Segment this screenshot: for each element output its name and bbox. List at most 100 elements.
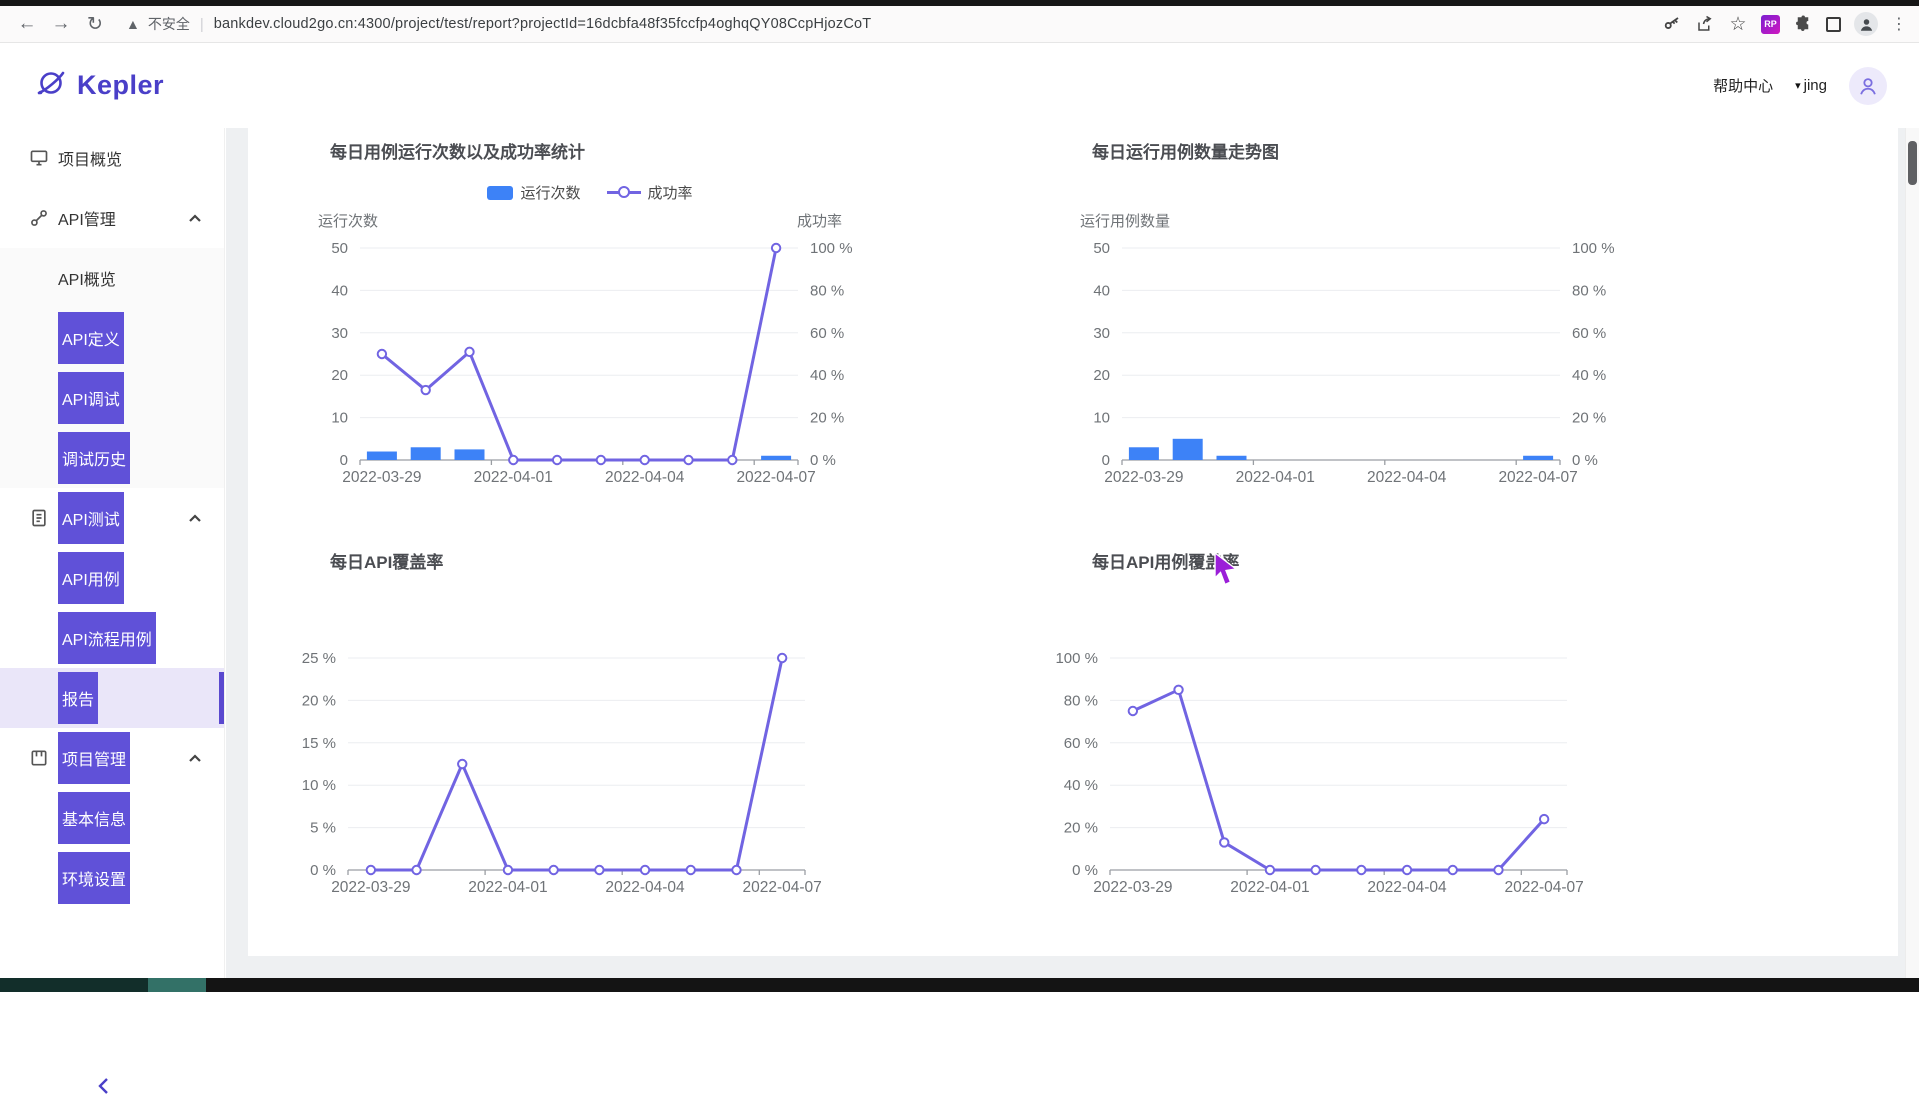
- chevron-up-icon[interactable]: [188, 513, 202, 523]
- legend-bar-label: 运行次数: [520, 182, 580, 203]
- svg-text:5 %: 5 %: [310, 820, 336, 837]
- legend-bar-swatch: [487, 186, 513, 200]
- window-icon[interactable]: [1826, 17, 1841, 32]
- bottom-strip: [0, 978, 1919, 992]
- sidebar-item-label: API流程用例: [58, 612, 156, 664]
- address-bar[interactable]: ▲ 不安全 | bankdev.cloud2go.cn:4300/project…: [126, 14, 1644, 34]
- app-header: Kepler 帮助中心 ▾ jing: [0, 43, 1919, 128]
- chart-daily-case-count: 每日运行用例数量走势图 运行用例数量50100 %4080 %3060 %204…: [1022, 130, 1682, 530]
- chart-api-coverage: 每日API覆盖率 25 %20 %15 %10 %5 %0 %2022-03-2…: [260, 540, 920, 940]
- chevron-up-icon[interactable]: [188, 753, 202, 763]
- svg-text:0: 0: [340, 452, 348, 469]
- brand[interactable]: Kepler: [34, 66, 164, 105]
- svg-text:20 %: 20 %: [810, 410, 844, 427]
- sidebar-item-label: API管理: [58, 206, 116, 230]
- project-manage-icon: [28, 747, 50, 769]
- chart-title: 每日API覆盖率: [330, 548, 443, 573]
- sidebar-item-基本信息[interactable]: 基本信息: [0, 788, 224, 848]
- legend-item-runs[interactable]: 运行次数: [487, 182, 580, 203]
- svg-text:10 %: 10 %: [302, 777, 336, 794]
- share-icon[interactable]: [1695, 14, 1715, 34]
- sidebar-item-环境设置[interactable]: 环境设置: [0, 848, 224, 908]
- extensions-puzzle-icon[interactable]: [1793, 14, 1813, 34]
- key-icon[interactable]: [1662, 14, 1682, 34]
- svg-text:40 %: 40 %: [1572, 367, 1606, 384]
- sidebar-item-API流程用例[interactable]: API流程用例: [0, 608, 224, 668]
- svg-text:2022-04-04: 2022-04-04: [605, 469, 685, 486]
- sidebar-item-项目概览[interactable]: 项目概览: [0, 128, 224, 188]
- sidebar-item-调试历史[interactable]: 调试历史: [0, 428, 224, 488]
- scrollbar[interactable]: [1905, 43, 1919, 978]
- avatar[interactable]: [1849, 67, 1887, 105]
- svg-text:10: 10: [1093, 410, 1110, 427]
- main-content: 每日用例运行次数以及成功率统计 运行次数 成功率 运行次数成功率50100 %4…: [226, 128, 1919, 978]
- sidebar-menu: 项目概览 API管理 API概览 API定义API调试调试历史API测试 API用例 AP…: [0, 128, 224, 908]
- svg-text:20 %: 20 %: [1064, 820, 1098, 837]
- svg-text:20 %: 20 %: [1572, 410, 1606, 427]
- window-top-bar: [0, 0, 1919, 6]
- chart-plot-api-case-coverage: 100 %80 %60 %40 %20 %0 %2022-03-292022-0…: [1022, 620, 1682, 910]
- api-manage-icon: [28, 207, 50, 229]
- sidebar-item-API测试[interactable]: API测试: [0, 488, 224, 548]
- svg-text:2022-04-07: 2022-04-07: [736, 469, 815, 486]
- sidebar-collapse-button[interactable]: [96, 1076, 112, 1101]
- svg-text:2022-04-07: 2022-04-07: [743, 879, 822, 896]
- menu-dots-icon[interactable]: ⋮: [1891, 14, 1907, 34]
- svg-text:2022-04-07: 2022-04-07: [1498, 469, 1577, 486]
- profile-icon[interactable]: [1854, 12, 1878, 36]
- sidebar-item-label: API定义: [58, 312, 124, 364]
- sidebar-item-报告[interactable]: 报告: [0, 668, 224, 728]
- svg-text:2022-04-01: 2022-04-01: [468, 879, 547, 896]
- sidebar-item-label: API用例: [58, 552, 124, 604]
- svg-text:80 %: 80 %: [810, 282, 844, 299]
- chevron-up-icon[interactable]: [188, 213, 202, 223]
- svg-text:2022-04-01: 2022-04-01: [1230, 879, 1309, 896]
- svg-text:运行次数: 运行次数: [318, 213, 378, 230]
- svg-text:0 %: 0 %: [310, 862, 336, 879]
- sidebar-item-label: API测试: [58, 492, 124, 544]
- sidebar-item-项目管理[interactable]: 项目管理: [0, 728, 224, 788]
- forward-icon[interactable]: →: [44, 13, 78, 35]
- sidebar-item-API调试[interactable]: API调试: [0, 368, 224, 428]
- chart-plot-daily-run-success: 运行次数成功率50100 %4080 %3060 %2040 %1020 %00…: [260, 210, 920, 500]
- bottom-strip-left: [0, 978, 148, 992]
- chart-api-case-coverage: 每日API用例覆盖率 100 %80 %60 %40 %20 %0 %2022-…: [1022, 540, 1682, 940]
- legend-item-success[interactable]: 成功率: [607, 182, 693, 203]
- chart-daily-run-success: 每日用例运行次数以及成功率统计 运行次数 成功率 运行次数成功率50100 %4…: [260, 130, 920, 530]
- rp-extension-icon[interactable]: RP: [1761, 15, 1780, 34]
- chart-title: 每日用例运行次数以及成功率统计: [330, 138, 585, 163]
- svg-text:10: 10: [331, 410, 348, 427]
- svg-text:60 %: 60 %: [1064, 735, 1098, 752]
- security-label: 不安全: [148, 14, 190, 34]
- svg-text:2022-04-07: 2022-04-07: [1505, 879, 1584, 896]
- svg-text:60 %: 60 %: [1572, 325, 1606, 342]
- sidebar-item-API概览[interactable]: API概览: [0, 248, 224, 308]
- url-text: bankdev.cloud2go.cn:4300/project/test/re…: [214, 16, 872, 32]
- bottom-strip-accent: [148, 978, 206, 992]
- sidebar-item-API用例[interactable]: API用例: [0, 548, 224, 608]
- reload-icon[interactable]: ↻: [78, 13, 112, 36]
- svg-text:0 %: 0 %: [810, 452, 836, 469]
- back-icon[interactable]: ←: [10, 13, 44, 35]
- svg-text:100 %: 100 %: [1572, 240, 1615, 257]
- svg-text:2022-04-04: 2022-04-04: [605, 879, 685, 896]
- sidebar-item-label: 报告: [58, 672, 98, 724]
- svg-text:100 %: 100 %: [1055, 650, 1098, 667]
- svg-text:100 %: 100 %: [810, 240, 853, 257]
- svg-text:0 %: 0 %: [1072, 862, 1098, 879]
- kepler-logo-icon: [34, 66, 68, 105]
- user-menu[interactable]: ▾ jing: [1795, 77, 1827, 94]
- browser-toolbar: ← → ↻ ▲ 不安全 | bankdev.cloud2go.cn:4300/p…: [0, 6, 1919, 43]
- sidebar-item-API管理[interactable]: API管理: [0, 188, 224, 248]
- star-icon[interactable]: ☆: [1728, 14, 1748, 34]
- sidebar-item-label: API概览: [58, 266, 116, 290]
- svg-text:2022-03-29: 2022-03-29: [331, 879, 410, 896]
- scrollbar-thumb[interactable]: [1908, 141, 1917, 185]
- svg-text:0: 0: [1102, 452, 1110, 469]
- svg-text:20 %: 20 %: [302, 692, 336, 709]
- help-center-link[interactable]: 帮助中心: [1713, 75, 1773, 96]
- report-card: 每日用例运行次数以及成功率统计 运行次数 成功率 运行次数成功率50100 %4…: [248, 128, 1898, 956]
- monitor-icon: [28, 147, 50, 169]
- sidebar-item-API定义[interactable]: API定义: [0, 308, 224, 368]
- svg-text:2022-03-29: 2022-03-29: [1093, 879, 1172, 896]
